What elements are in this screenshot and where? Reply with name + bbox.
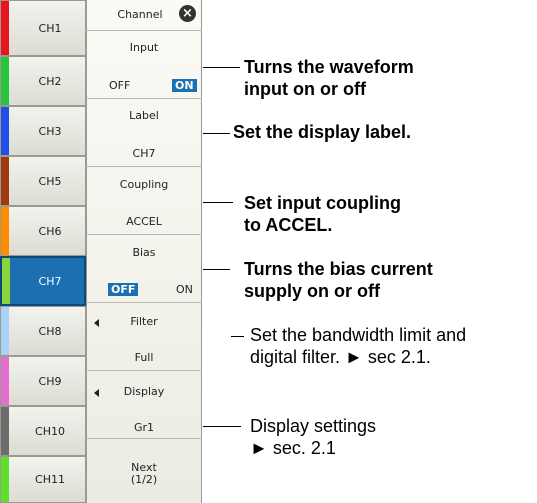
menu-title: Channel	[117, 8, 163, 21]
coupling-label: Coupling	[119, 178, 169, 191]
filter-label: Filter	[130, 315, 158, 328]
annotation-input-line1: Turns the waveform	[244, 57, 414, 77]
label-value: CH7	[132, 147, 156, 160]
channel-button-ch9[interactable]: CH9	[0, 356, 86, 406]
channel-button-ch6[interactable]: CH6	[0, 206, 86, 256]
annotation-bias-line1: Turns the bias current	[244, 259, 433, 279]
input-on-option: ON	[172, 79, 197, 92]
channel-button-ch11[interactable]: CH11	[0, 456, 86, 503]
next-label-line2: (1/2)	[130, 473, 158, 486]
bias-label: Bias	[132, 246, 156, 259]
callout-line	[231, 336, 244, 337]
channel-color-strip	[1, 57, 9, 105]
callout-line	[203, 133, 230, 134]
channel-label: CH10	[35, 424, 65, 438]
channel-color-strip	[1, 157, 9, 205]
display-label: Display	[123, 385, 165, 398]
channel-label: CH7	[38, 274, 62, 288]
channel-color-strip	[1, 357, 9, 405]
callout-line	[203, 426, 241, 427]
channel-label: CH8	[38, 324, 62, 338]
annotation-filter-line2: digital filter. ► sec 2.1.	[250, 347, 431, 367]
annotation-coupling-line2: to ACCEL.	[244, 215, 333, 235]
channel-color-strip	[1, 307, 9, 355]
channel-color-strip	[2, 258, 10, 304]
callout-line	[203, 269, 230, 270]
channel-color-strip	[1, 457, 9, 502]
channel-button-ch8[interactable]: CH8	[0, 306, 86, 356]
channel-button-ch10[interactable]: CH10	[0, 406, 86, 456]
channel-button-ch3[interactable]: CH3	[0, 106, 86, 156]
callout-line	[203, 202, 233, 203]
annotation-bias-line2: supply on or off	[244, 281, 380, 301]
channel-color-strip	[1, 107, 9, 155]
channel-button-ch2[interactable]: CH2	[0, 56, 86, 106]
channel-color-strip	[1, 407, 9, 455]
channel-label: CH2	[38, 74, 62, 88]
channel-button-ch1[interactable]: CH1	[0, 0, 86, 56]
annotation-coupling-line1: Set input coupling	[244, 193, 401, 213]
annotation-display-line1: Display settings	[250, 416, 377, 436]
channel-button-ch7[interactable]: CH7	[0, 256, 86, 306]
channel-color-strip	[1, 1, 9, 55]
coupling-value: ACCEL	[126, 215, 162, 228]
channel-label: CH3	[38, 124, 62, 138]
callout-line	[203, 67, 240, 68]
close-icon[interactable]: ×	[179, 5, 196, 22]
annotation-label: Set the display label.	[233, 122, 412, 142]
annotation-input-line2: input on or off	[244, 79, 366, 99]
label-label: Label	[129, 109, 159, 122]
channel-label: CH9	[38, 374, 62, 388]
channel-label: CH11	[35, 473, 65, 486]
input-label: Input	[129, 41, 159, 54]
annotation-display-line2: ► sec. 2.1	[250, 438, 336, 458]
display-value: Gr1	[133, 421, 155, 434]
input-off-option: OFF	[109, 79, 131, 92]
channel-label: CH5	[38, 174, 62, 188]
filter-value: Full	[134, 351, 154, 364]
channel-label: CH6	[38, 224, 62, 238]
bias-on-option: ON	[176, 283, 193, 296]
annotation-filter-line1: Set the bandwidth limit and	[250, 325, 467, 345]
bias-off-option: OFF	[108, 283, 139, 296]
channel-label: CH1	[38, 21, 62, 35]
channel-button-ch5[interactable]: CH5	[0, 156, 86, 206]
channel-color-strip	[1, 207, 9, 255]
